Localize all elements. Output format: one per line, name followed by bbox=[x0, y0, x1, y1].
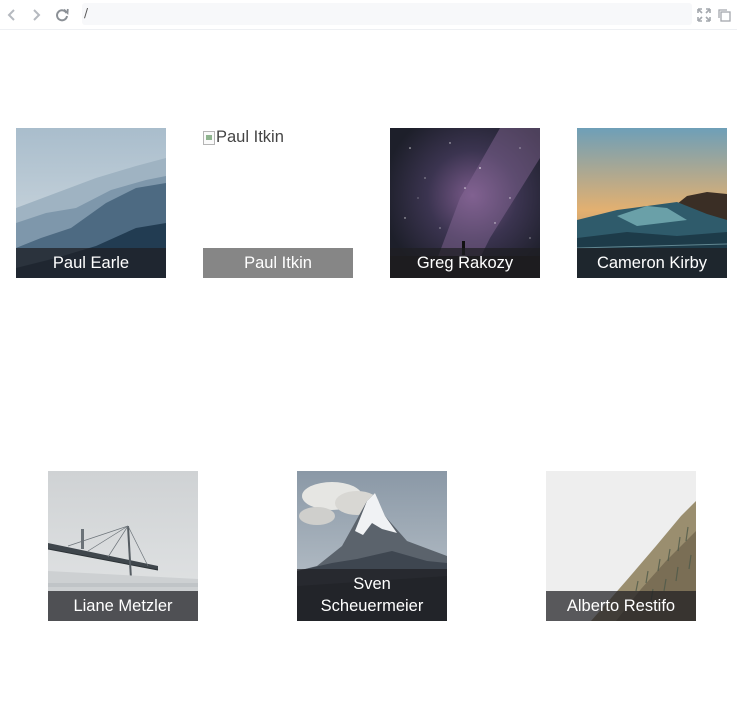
copy-icon[interactable] bbox=[717, 7, 733, 23]
gallery-caption: Sven Scheuermeier bbox=[297, 569, 447, 621]
gallery-item[interactable]: Sven Scheuermeier bbox=[297, 471, 447, 621]
back-icon[interactable] bbox=[3, 6, 21, 24]
gallery-caption-line: Sven bbox=[353, 575, 391, 593]
gallery-item[interactable]: Cameron Kirby bbox=[577, 128, 727, 278]
gallery-caption: Alberto Restifo bbox=[546, 591, 696, 621]
gallery-item[interactable]: Paul Earle bbox=[16, 128, 166, 278]
broken-image-icon bbox=[203, 130, 215, 145]
broken-image: Paul Itkin bbox=[203, 128, 284, 147]
gallery-item[interactable]: Alberto Restifo bbox=[546, 471, 696, 621]
image-alt-text: Paul Itkin bbox=[216, 128, 284, 146]
gallery-item[interactable]: Paul Itkin Paul Itkin bbox=[203, 128, 353, 278]
gallery-caption: Greg Rakozy bbox=[390, 248, 540, 278]
gallery-caption: Paul Earle bbox=[16, 248, 166, 278]
gallery-item[interactable]: Greg Rakozy bbox=[390, 128, 540, 278]
address-bar[interactable] bbox=[82, 3, 692, 25]
gallery-caption: Paul Itkin bbox=[203, 248, 353, 278]
browser-toolbar: / bbox=[0, 0, 737, 30]
gallery-caption: Cameron Kirby bbox=[577, 248, 727, 278]
forward-icon[interactable] bbox=[27, 6, 45, 24]
address-bar-text: / bbox=[84, 6, 89, 20]
gallery-caption-line: Scheuermeier bbox=[320, 597, 424, 615]
gallery-caption: Liane Metzler bbox=[48, 591, 198, 621]
gallery-item[interactable]: Liane Metzler bbox=[48, 471, 198, 621]
refresh-icon[interactable] bbox=[53, 6, 71, 24]
fullscreen-icon[interactable] bbox=[697, 7, 713, 23]
